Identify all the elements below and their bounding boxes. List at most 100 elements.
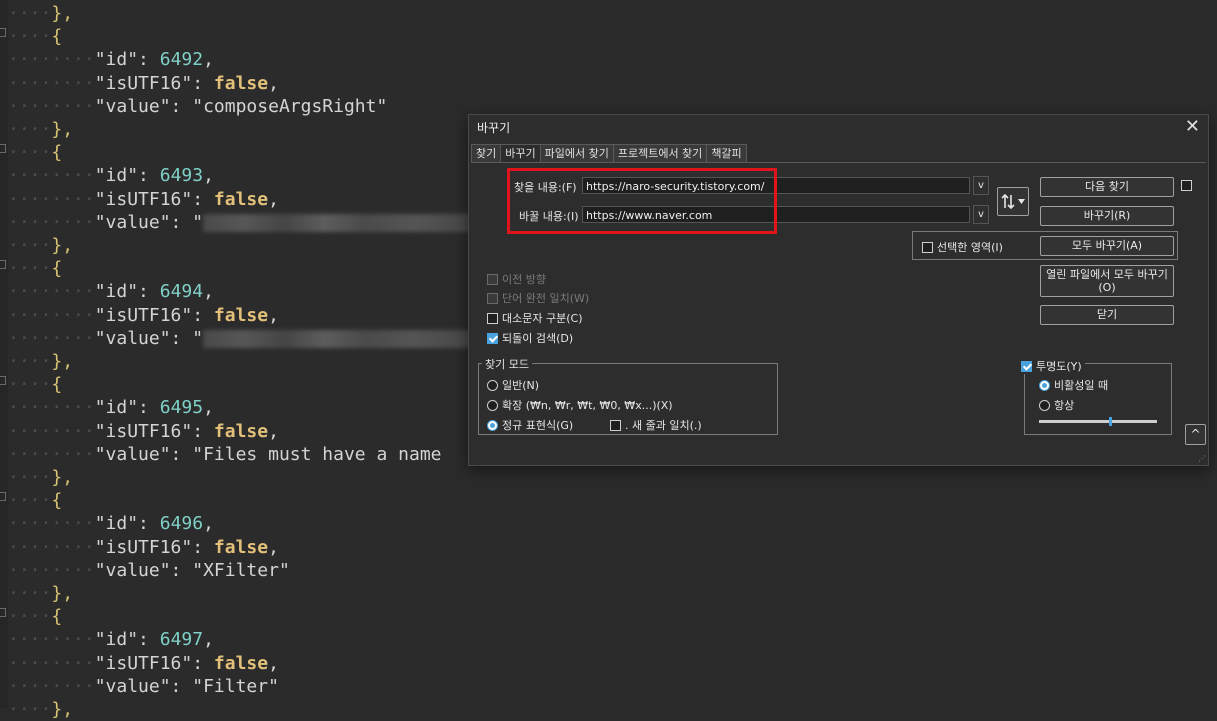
code-token: { xyxy=(51,374,63,396)
indent-whitespace: ········ xyxy=(8,397,95,419)
code-line: ········"id": 6496, xyxy=(8,512,214,535)
checkbox-box xyxy=(487,292,498,304)
indent-whitespace: ········ xyxy=(8,211,95,233)
find-history-dropdown[interactable]: v xyxy=(973,176,989,195)
indent-whitespace: ···· xyxy=(8,351,52,372)
code-line: ········"isUTF16": false, xyxy=(8,536,279,559)
redacted-value xyxy=(203,329,474,348)
transparency-checkbox[interactable]: 투명도(Y) xyxy=(1018,358,1085,374)
replace-all-button[interactable]: 모두 바꾸기(A) xyxy=(1040,236,1174,256)
transparency-on-losing-focus-radio[interactable]: 비활성일 때 xyxy=(1039,377,1108,393)
code-line: ········"isUTF16": false, xyxy=(8,304,279,327)
wrap-around-checkbox[interactable]: 되돌이 검색(D) xyxy=(487,330,573,346)
whole-word-label: 단어 완전 일치(W) xyxy=(502,292,590,305)
checkbox-box xyxy=(922,241,933,253)
code-line: ····{ xyxy=(8,489,62,512)
code-token: }, xyxy=(51,3,74,24)
fold-marker[interactable] xyxy=(0,492,6,501)
code-line: ····}, xyxy=(8,234,73,257)
code-token: false xyxy=(213,72,269,94)
swap-find-replace-button[interactable] xyxy=(997,187,1029,216)
code-token: { xyxy=(51,258,63,280)
tab-find-in-files[interactable]: 파일에서 찾기 xyxy=(539,144,614,163)
transparency-always-radio[interactable]: 항상 xyxy=(1039,397,1074,413)
tab-bar: 찾기 바꾸기 파일에서 찾기 프로젝트에서 찾기 책갈피 xyxy=(471,144,747,163)
match-case-checkbox[interactable]: 대소문자 구분(C) xyxy=(487,310,582,326)
code-token: "id": xyxy=(94,281,160,303)
fold-marker[interactable] xyxy=(0,28,6,37)
fold-marker[interactable] xyxy=(0,608,6,617)
tab-find-in-projects[interactable]: 프로젝트에서 찾기 xyxy=(612,144,708,163)
indent-whitespace: ········ xyxy=(8,536,95,558)
transparency-slider-thumb[interactable] xyxy=(1108,417,1112,426)
code-line: ····{ xyxy=(8,141,62,164)
code-token: }, xyxy=(51,119,74,140)
checkbox-box xyxy=(487,332,498,344)
indent-whitespace: ···· xyxy=(8,142,52,164)
replace-all-in-open-files-button[interactable]: 열린 파일에서 모두 바꾸기 (O) xyxy=(1040,265,1174,297)
fold-marker[interactable] xyxy=(0,144,6,153)
indent-whitespace: ···· xyxy=(8,467,52,488)
code-token: { xyxy=(51,606,63,628)
replace-button[interactable]: 바꾸기(R) xyxy=(1040,206,1174,226)
swap-icon xyxy=(1001,193,1025,210)
code-token: "id": xyxy=(94,513,160,535)
in-selection-checkbox[interactable]: 선택한 영역(I) xyxy=(922,239,1003,255)
indent-whitespace: ···· xyxy=(8,3,52,24)
code-line: ········"value": "Files must have a name xyxy=(8,443,442,466)
tab-mark[interactable]: 책갈피 xyxy=(706,144,747,163)
code-token: , xyxy=(268,72,279,94)
code-token: }, xyxy=(51,351,74,372)
replace-history-dropdown[interactable]: v xyxy=(973,205,989,224)
code-token: "value": " xyxy=(94,211,204,233)
tab-find[interactable]: 찾기 xyxy=(471,144,502,163)
code-line: ····}, xyxy=(8,2,73,25)
transparency-slider[interactable] xyxy=(1039,420,1157,423)
find-next-option-checkbox[interactable] xyxy=(1181,180,1192,191)
code-token: "XFilter" xyxy=(192,559,290,581)
transparency-label: 투명도(Y) xyxy=(1036,360,1082,373)
indent-whitespace: ········ xyxy=(8,188,95,210)
code-token: }, xyxy=(51,467,74,488)
checkbox-box xyxy=(610,419,621,431)
mode-extended-radio[interactable]: 확장 (₩n, ₩r, ₩t, ₩0, ₩x...)(X) xyxy=(487,397,673,413)
mode-extended-label: 확장 (₩n, ₩r, ₩t, ₩0, ₩x...)(X) xyxy=(502,399,673,412)
whole-word-checkbox[interactable]: 단어 완전 일치(W) xyxy=(487,290,589,306)
dot-matches-newline-checkbox[interactable]: . 새 줄과 일치(.) xyxy=(610,417,702,433)
code-line: ········"id": 6493, xyxy=(8,164,214,187)
resize-grip-icon[interactable]: ⋰ xyxy=(1198,455,1206,463)
code-line: ····}, xyxy=(8,582,73,605)
radio-dot xyxy=(487,399,498,411)
fold-marker[interactable] xyxy=(0,376,6,385)
radio-dot xyxy=(487,419,498,431)
radio-dot xyxy=(1039,399,1050,411)
search-mode-legend: 찾기 모드 xyxy=(482,356,532,372)
code-token: "id": xyxy=(94,397,160,419)
find-next-button[interactable]: 다음 찾기 xyxy=(1040,177,1174,197)
collapse-button[interactable]: ^ xyxy=(1185,424,1206,445)
code-token: "value": xyxy=(94,443,193,465)
code-token: 6495 xyxy=(159,397,204,419)
code-token: false xyxy=(213,420,269,442)
indent-whitespace: ···· xyxy=(8,374,52,396)
close-icon[interactable]: ✕ xyxy=(1185,116,1200,137)
indent-whitespace: ········ xyxy=(8,72,95,94)
code-line: ····}, xyxy=(8,466,73,489)
replace-all-open-line2: (O) xyxy=(1098,281,1116,294)
code-token: 6493 xyxy=(159,165,204,187)
code-token: "value": xyxy=(94,559,193,581)
mode-normal-radio[interactable]: 일반(N) xyxy=(487,377,539,393)
mode-regex-radio[interactable]: 정규 표현식(G) xyxy=(487,417,573,433)
indent-whitespace: ········ xyxy=(8,652,95,674)
code-token: }, xyxy=(51,235,74,256)
code-token: , xyxy=(203,281,214,303)
tab-replace[interactable]: 바꾸기 xyxy=(500,144,541,163)
close-button[interactable]: 닫기 xyxy=(1040,305,1174,325)
fold-marker[interactable] xyxy=(0,260,6,269)
code-token: "id": xyxy=(94,49,160,71)
code-token: , xyxy=(268,188,279,210)
code-line: ········"id": 6494, xyxy=(8,280,214,303)
backward-direction-checkbox[interactable]: 이전 방향 xyxy=(487,271,546,287)
code-token: false xyxy=(213,536,269,558)
indent-whitespace: ········ xyxy=(8,629,95,651)
